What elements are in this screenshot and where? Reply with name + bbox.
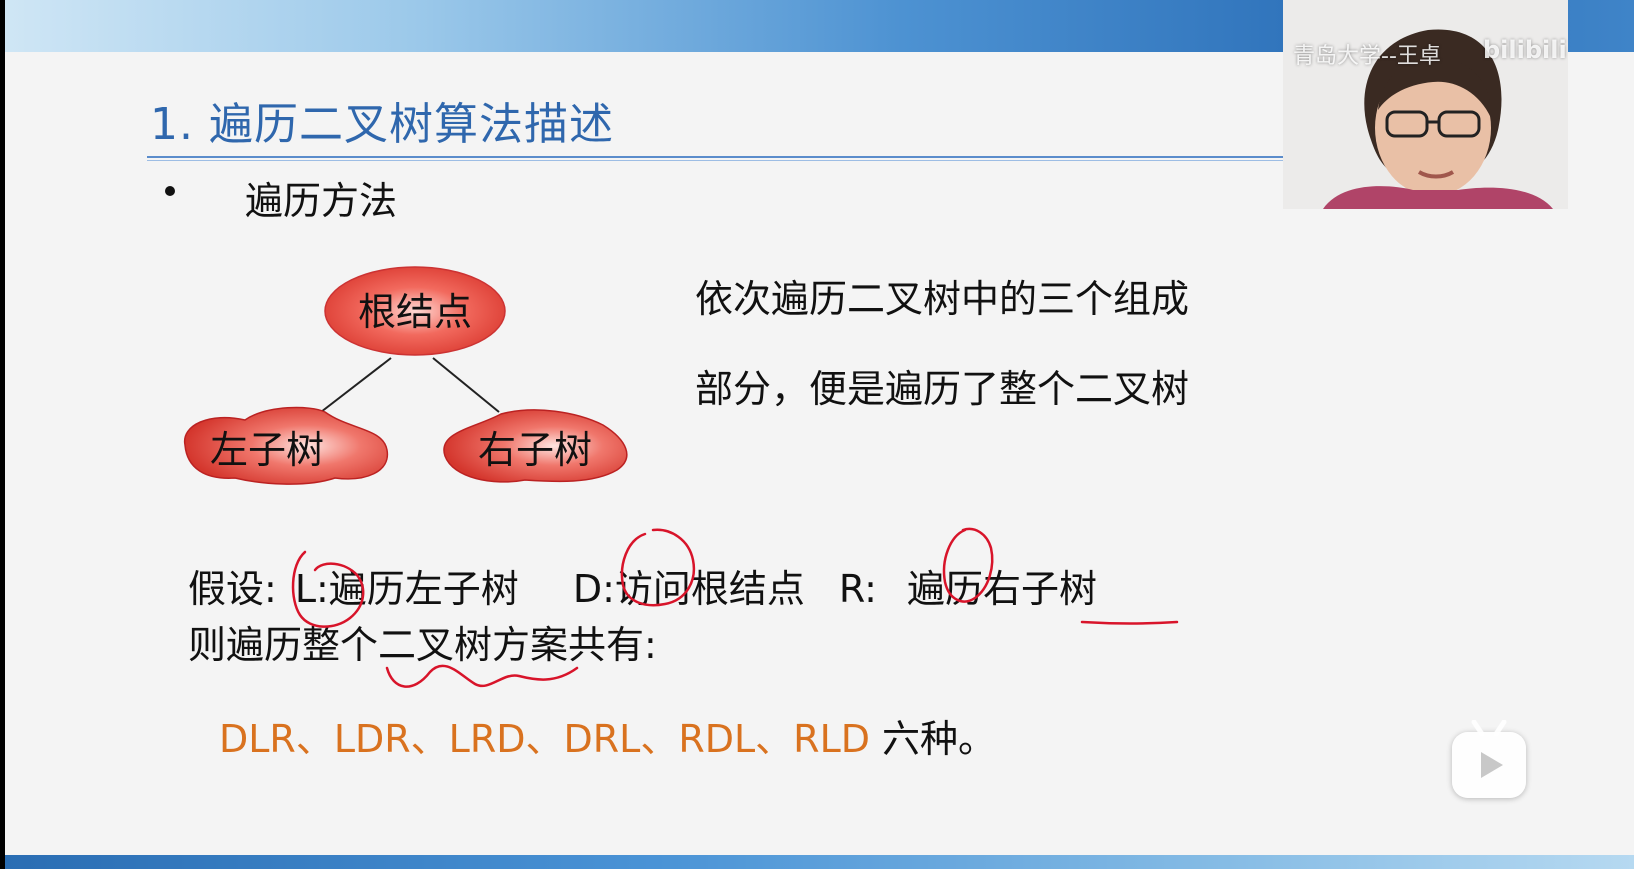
traversal-orders: DLR、LDR、LRD、DRL、RDL、RLD 六种。 (219, 708, 996, 763)
left-subtree-label: 左子树 (210, 428, 324, 472)
assume-D-key: D: (572, 567, 615, 611)
assume-D-text: 访问根结点 (614, 567, 805, 611)
webcam-label: 青岛大学--王卓 (1293, 44, 1441, 69)
tv-ears-icon (1471, 720, 1507, 736)
description-line-2: 部分，便是遍历了整个二叉树 (695, 367, 1190, 411)
slide-bottom-band (5, 855, 1634, 869)
assume-L-text: 遍历左子树 (328, 567, 519, 611)
edge-root-left (320, 357, 392, 413)
assume-R-key: R: (838, 567, 877, 611)
play-icon (1481, 752, 1503, 778)
tree-diagram: 根结点 左子树 右子树 (184, 266, 628, 485)
edge-root-right (432, 357, 500, 413)
right-subtree-label: 右子树 (478, 428, 592, 472)
assume-R-text: 遍历右子树 (906, 567, 1097, 611)
orders-suffix: 六种。 (882, 717, 997, 761)
orders-list: DLR、LDR、LRD、DRL、RDL、RLD (219, 717, 871, 761)
presenter-image (1283, 0, 1568, 209)
description-line-1: 依次遍历二叉树中的三个组成 (695, 277, 1190, 321)
root-node-label: 根结点 (358, 290, 472, 334)
annotation-underline-right (1080, 620, 1179, 625)
assume-prefix: 假设: (188, 567, 277, 611)
play-button[interactable] (1452, 720, 1526, 798)
bilibili-watermark: bilibili (1483, 36, 1567, 64)
assumption-line: 假设: L:遍历左子树 D:访问根结点 R: 遍历右子树 (188, 558, 1097, 613)
assume-L-key: L: (294, 567, 329, 611)
scheme-line: 则遍历整个二叉树方案共有: (188, 623, 657, 667)
webcam-overlay: 青岛大学--王卓 bilibili (1283, 0, 1568, 209)
